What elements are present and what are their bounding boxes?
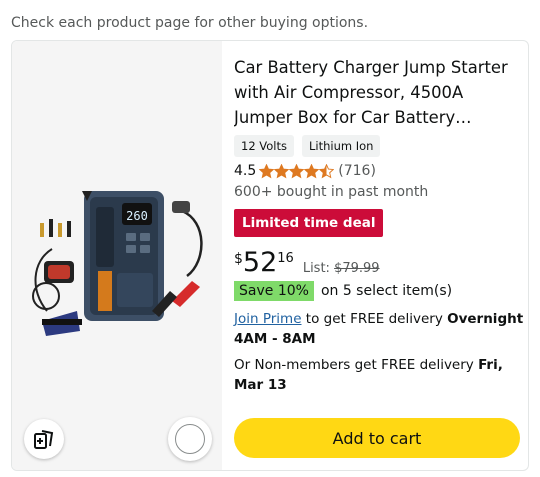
save-row: Save 10% on 5 select item(s) — [234, 281, 452, 301]
price-fraction: 16 — [277, 251, 294, 266]
star-rating[interactable] — [259, 163, 335, 179]
star-icon — [319, 163, 335, 178]
prime-text: to get FREE delivery — [305, 311, 443, 327]
list-price: List: $79.99 — [303, 261, 380, 276]
price-whole: 52 — [242, 247, 278, 278]
rating-row[interactable]: 4.5 (716) — [234, 163, 376, 179]
prime-delivery: Join Prime to get FREE delivery Overnigh… — [234, 309, 524, 349]
star-icon — [259, 163, 275, 178]
select-circle-icon — [175, 424, 205, 454]
product-card: 260 Car Battery Charger Jump Starter wit… — [11, 40, 529, 471]
star-icon — [304, 163, 320, 178]
rating-value: 4.5 — [234, 163, 257, 179]
price[interactable]: $ 52 16 List: $79.99 — [234, 246, 380, 280]
price-symbol: $ — [234, 251, 243, 267]
bought-count: 600+ bought in past month — [234, 184, 429, 200]
notice-text: Check each product page for other buying… — [11, 15, 369, 31]
badge-voltage: 12 Volts — [234, 135, 294, 157]
badge-battery-type: Lithium Ion — [302, 135, 381, 157]
spec-badges: 12 Volts Lithium Ion — [234, 135, 381, 157]
save-text: on 5 select item(s) — [320, 283, 453, 299]
limited-deal-badge: Limited time deal — [234, 209, 384, 237]
nonmember-delivery: Or Non-members get FREE delivery Fri, Ma… — [234, 355, 524, 395]
add-to-cart-button[interactable]: Add to cart — [234, 418, 520, 458]
nonmember-text: Or Non-members get FREE delivery — [234, 357, 474, 373]
compare-cards-icon — [34, 430, 54, 449]
list-price-value: $79.99 — [334, 261, 380, 276]
jump-starter-image: 260 — [32, 191, 203, 336]
star-icon — [274, 163, 290, 178]
list-label: List: — [302, 261, 330, 276]
device-display-text: 260 — [126, 209, 148, 223]
product-title-link[interactable]: Car Battery Charger Jump Starter with Ai… — [234, 55, 524, 130]
star-icon — [289, 163, 305, 178]
select-circle-button[interactable] — [168, 417, 212, 461]
product-image[interactable]: 260 — [12, 41, 222, 470]
compare-button[interactable] — [24, 419, 64, 459]
rating-count-link[interactable]: (716) — [338, 163, 376, 179]
save-badge: Save 10% — [234, 281, 314, 301]
join-prime-link[interactable]: Join Prime — [234, 311, 302, 327]
